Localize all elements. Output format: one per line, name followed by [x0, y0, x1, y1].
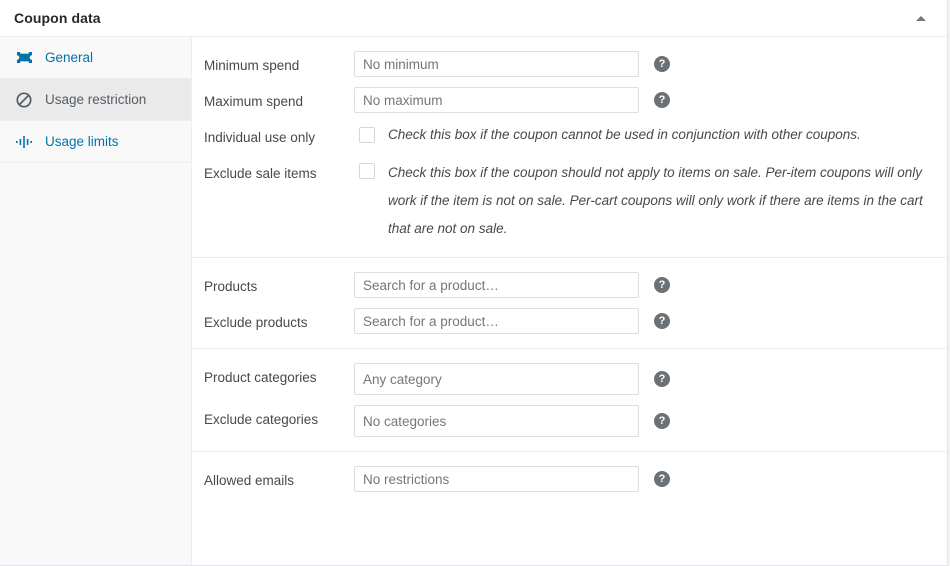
field-control-minimum-spend: ?: [354, 51, 935, 77]
metabox-body: General Usage restriction Usage limits Min…: [0, 37, 947, 565]
field-group-spend-and-flags: Minimum spend?Maximum spend?Individual u…: [192, 37, 947, 258]
sidebar-item-label: Usage limits: [45, 133, 119, 149]
field-group-products: Products?Exclude products?: [192, 258, 947, 349]
maximum-spend-input[interactable]: [354, 87, 639, 113]
help-icon[interactable]: ?: [654, 413, 670, 429]
sidebar-item-general[interactable]: General: [0, 37, 191, 79]
field-row-exclude-categories: Exclude categories?: [192, 400, 947, 442]
help-icon[interactable]: ?: [654, 371, 670, 387]
coupon-data-metabox: Coupon data General Usage restriction Usag…: [0, 0, 948, 566]
toggle-panel-button[interactable]: [909, 0, 933, 36]
exclude-sale-items-description: Check this box if the coupon should not …: [388, 165, 923, 236]
caret-up-icon: [916, 15, 926, 21]
individual-use-only-checkbox-wrap: Check this box if the coupon cannot be u…: [354, 123, 861, 147]
field-row-minimum-spend: Minimum spend?: [192, 46, 947, 82]
field-control-exclude-categories: ?: [354, 405, 935, 437]
field-group-categories: Product categories?Exclude categories?: [192, 349, 947, 452]
coupon-tabs-sidebar: General Usage restriction Usage limits: [0, 37, 192, 565]
sidebar-item-usage-restriction[interactable]: Usage restriction: [0, 79, 191, 121]
field-group-emails: Allowed emails?: [192, 452, 947, 506]
individual-use-only-description: Check this box if the coupon cannot be u…: [388, 127, 861, 142]
field-label-minimum-spend: Minimum spend: [204, 58, 300, 73]
individual-use-only-checkbox[interactable]: [359, 127, 375, 143]
field-label-maximum-spend: Maximum spend: [204, 94, 304, 109]
field-label-exclude-categories: Exclude categories: [204, 412, 319, 427]
exclude-sale-items-checkbox[interactable]: [359, 163, 375, 179]
screen: Coupon data General Usage restriction Usag…: [0, 0, 950, 566]
field-control-exclude-sale-items: Check this box if the coupon should not …: [354, 159, 935, 243]
exclude-categories-input[interactable]: [354, 405, 639, 437]
no-entry-icon: [14, 91, 34, 108]
usage-limits-icon: [14, 135, 34, 149]
field-control-allowed-emails: ?: [354, 466, 935, 492]
field-control-product-categories: ?: [354, 363, 935, 395]
products-input[interactable]: [354, 272, 639, 298]
sidebar-item-label: General: [45, 49, 94, 65]
field-row-exclude-sale-items: Exclude sale items Check this box if the …: [192, 154, 947, 248]
field-row-products: Products?: [192, 267, 947, 303]
help-icon[interactable]: ?: [654, 56, 670, 72]
metabox-header: Coupon data: [0, 0, 947, 37]
sidebar-item-label: Usage restriction: [45, 91, 147, 107]
field-label-product-categories: Product categories: [204, 370, 317, 385]
field-control-products: ?: [354, 272, 935, 298]
field-label-individual-use-only: Individual use only: [204, 130, 316, 145]
field-row-individual-use-only: Individual use only Check this box if the…: [192, 118, 947, 154]
field-control-individual-use-only: Check this box if the coupon cannot be u…: [354, 123, 935, 147]
help-icon[interactable]: ?: [654, 277, 670, 293]
field-control-maximum-spend: ?: [354, 87, 935, 113]
field-label-allowed-emails: Allowed emails: [204, 473, 295, 488]
field-label-products: Products: [204, 279, 258, 294]
help-icon[interactable]: ?: [654, 471, 670, 487]
field-control-exclude-products: ?: [354, 308, 935, 334]
product-categories-input[interactable]: [354, 363, 639, 395]
sidebar-item-usage-limits[interactable]: Usage limits: [0, 121, 191, 163]
minimum-spend-input[interactable]: [354, 51, 639, 77]
field-row-allowed-emails: Allowed emails?: [192, 461, 947, 497]
field-row-maximum-spend: Maximum spend?: [192, 82, 947, 118]
help-icon[interactable]: ?: [654, 313, 670, 329]
allowed-emails-input[interactable]: [354, 466, 639, 492]
exclude-sale-items-checkbox-wrap: Check this box if the coupon should not …: [354, 159, 924, 243]
help-icon[interactable]: ?: [654, 92, 670, 108]
exclude-products-input[interactable]: [354, 308, 639, 334]
ticket-icon: [14, 51, 34, 65]
field-label-exclude-sale-items: Exclude sale items: [204, 166, 317, 181]
field-row-exclude-products: Exclude products?: [192, 303, 947, 339]
field-row-product-categories: Product categories?: [192, 358, 947, 400]
usage-restriction-panel: Minimum spend?Maximum spend?Individual u…: [192, 37, 947, 565]
field-label-exclude-products: Exclude products: [204, 315, 308, 330]
page-title: Coupon data: [14, 10, 101, 26]
